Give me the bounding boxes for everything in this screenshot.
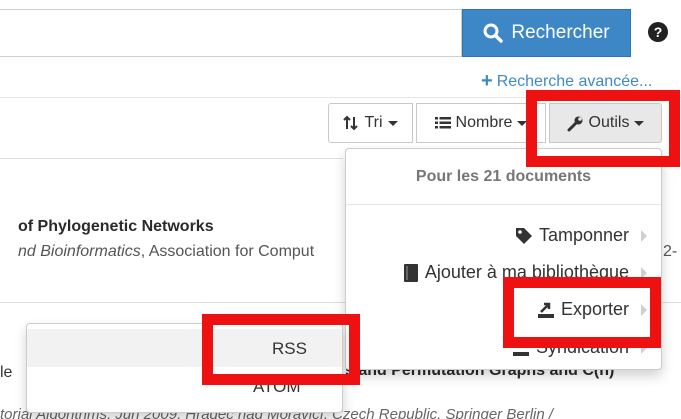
highlight-box-rss [202, 314, 360, 385]
result-journal: nd Bioinformatics [18, 243, 141, 260]
menu-item-label: Tamponner [538, 225, 629, 245]
search-button[interactable]: Rechercher [462, 9, 631, 57]
menu-item-stamp[interactable]: Tamponner [515, 225, 647, 246]
highlight-box-tools [526, 90, 680, 167]
result-title-fragment: le [0, 364, 13, 381]
chevron-right-icon [641, 229, 647, 242]
search-input[interactable] [0, 9, 462, 57]
help-icon[interactable]: ? [648, 22, 668, 42]
book-icon [403, 263, 418, 282]
result-fragment: 2- [663, 243, 678, 260]
divider [346, 204, 661, 205]
sort-button-label: Tri [364, 114, 383, 131]
highlight-box-export [503, 277, 661, 348]
result-title[interactable]: of Phylogenetic Networks [18, 218, 214, 236]
search-icon [483, 23, 504, 43]
result-source: nd Bioinformatics, Association for Compu… [18, 243, 314, 261]
sort-icon [343, 115, 359, 131]
result-publisher: , Association for Comput [140, 243, 315, 260]
divider [0, 158, 343, 159]
tag-icon [515, 227, 532, 244]
sort-button[interactable]: Tri [328, 103, 413, 143]
count-button-label: Nombre [455, 114, 513, 131]
search-button-label: Rechercher [511, 22, 610, 43]
list-icon [434, 117, 451, 129]
plus-icon: + [481, 70, 493, 92]
caret-down-icon [387, 120, 398, 126]
advanced-search-label: Recherche avancée... [496, 73, 653, 90]
